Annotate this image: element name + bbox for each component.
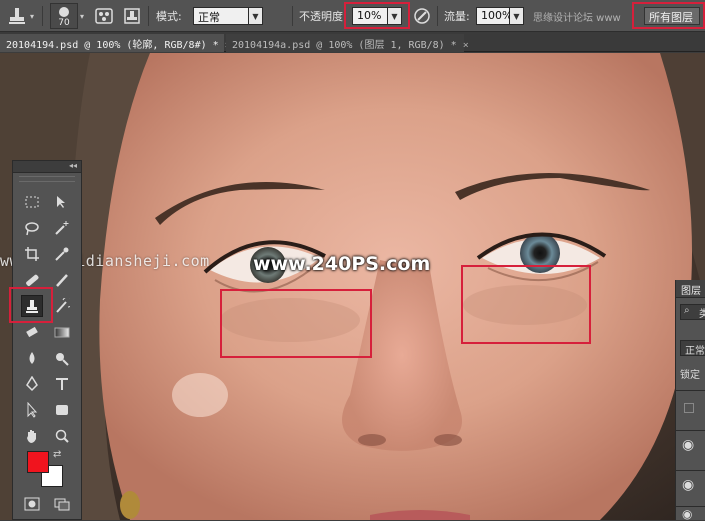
opacity-label: 不透明度: bbox=[299, 10, 347, 23]
type-tool[interactable] bbox=[51, 373, 73, 395]
tool-preset-picker[interactable]: ▾ bbox=[6, 0, 34, 32]
pen-tool[interactable] bbox=[21, 373, 43, 395]
flow-label: 流量: bbox=[444, 10, 470, 23]
layer-row[interactable]: ◉ bbox=[676, 470, 705, 508]
lasso-tool[interactable] bbox=[21, 217, 43, 239]
eye-icon[interactable]: ◉ bbox=[682, 477, 694, 493]
zoom-tool[interactable] bbox=[51, 425, 73, 447]
history-brush-icon bbox=[56, 298, 70, 313]
layer-row[interactable] bbox=[676, 390, 705, 428]
pressure-opacity-icon bbox=[414, 8, 430, 24]
layers-panel: 图层 ⌕ 类 正常 锁定 ◉ ◉ ◉ bbox=[675, 280, 705, 521]
rectangle-icon bbox=[56, 405, 68, 415]
screen-mode-button[interactable] bbox=[51, 493, 73, 515]
mode-label: 模式: bbox=[156, 10, 182, 23]
toggle-clone-source-icon bbox=[124, 8, 140, 24]
path-selection-tool[interactable] bbox=[21, 399, 43, 421]
gradient-tool[interactable] bbox=[51, 321, 73, 343]
screen-mode-icon bbox=[54, 498, 70, 511]
flow-field[interactable]: 100% ▼ bbox=[476, 0, 524, 32]
lasso-icon bbox=[25, 222, 39, 236]
search-icon: ⌕ bbox=[684, 305, 690, 316]
magic-wand-icon bbox=[55, 221, 69, 235]
dodge-tool[interactable] bbox=[51, 347, 73, 369]
portrait-image bbox=[0, 53, 705, 520]
brush-panel-button[interactable] bbox=[94, 0, 114, 32]
pen-icon bbox=[26, 376, 38, 392]
document-canvas[interactable] bbox=[0, 53, 705, 520]
crop-tool[interactable] bbox=[21, 243, 43, 265]
drop-icon bbox=[29, 352, 35, 364]
chevron-down-icon: ▼ bbox=[510, 7, 524, 25]
tools-panel: ◂◂ ⇄ bbox=[9, 160, 82, 520]
brush-tip-icon bbox=[59, 7, 69, 17]
bandage-icon bbox=[26, 274, 39, 286]
gradient-icon bbox=[54, 327, 70, 338]
eraser-icon bbox=[26, 326, 38, 338]
layers-panel-header[interactable]: 图层 bbox=[676, 280, 705, 298]
brush-size-value: 70 bbox=[58, 18, 70, 28]
layer-filter[interactable]: ⌕ 类 bbox=[676, 304, 705, 322]
magic-wand-tool[interactable] bbox=[51, 217, 73, 239]
eyedropper-icon bbox=[55, 247, 69, 261]
blur-tool[interactable] bbox=[21, 347, 43, 369]
clone-stamp-highlight bbox=[9, 287, 53, 323]
pressure-opacity-button[interactable] bbox=[412, 0, 432, 32]
brush-icon bbox=[56, 274, 68, 287]
visibility-toggle[interactable] bbox=[684, 403, 694, 413]
eyedropper-tool[interactable] bbox=[51, 243, 73, 265]
arrow-icon bbox=[27, 402, 38, 418]
filter-kind: 类 bbox=[699, 309, 705, 320]
eye-icon[interactable]: ◉ bbox=[682, 437, 694, 453]
flow-value: 100% bbox=[476, 7, 512, 25]
history-brush-tool[interactable] bbox=[51, 295, 73, 317]
document-tabs: 20104194.psd @ 100% (轮廓, RGB/8#) *× 2010… bbox=[0, 32, 705, 52]
layer-row[interactable]: ◉ bbox=[676, 506, 705, 521]
brush-tool[interactable] bbox=[51, 269, 73, 291]
tab-document-2[interactable]: 20104194a.psd @ 100% (图层 1, RGB/8) * × bbox=[226, 34, 469, 52]
mode-select[interactable]: 正常 ▼ bbox=[193, 0, 263, 32]
drag-handle[interactable] bbox=[19, 176, 75, 182]
mode-value: 正常 bbox=[193, 7, 249, 25]
dodge-icon bbox=[56, 353, 69, 366]
blend-mode-value: 正常 bbox=[685, 346, 705, 357]
eye-icon[interactable]: ◉ bbox=[682, 507, 692, 521]
quick-mask-button[interactable] bbox=[21, 493, 43, 515]
tools-panel-header[interactable]: ◂◂ bbox=[13, 161, 81, 173]
eraser-tool[interactable] bbox=[21, 321, 43, 343]
quick-mask-icon bbox=[24, 497, 40, 511]
move-icon bbox=[57, 196, 65, 208]
crop-icon bbox=[25, 247, 39, 261]
opacity-highlight bbox=[344, 2, 410, 29]
watermark-site-2: www.240PS.com bbox=[253, 253, 431, 275]
brush-size-picker[interactable]: 70 ▾ bbox=[50, 0, 84, 32]
brush-preset-icon bbox=[95, 8, 113, 24]
blend-mode-select[interactable]: 正常 bbox=[676, 340, 705, 358]
lock-label: 锁定 bbox=[680, 370, 700, 381]
marquee-icon bbox=[25, 196, 39, 208]
clone-stamp-tool-icon bbox=[9, 8, 25, 24]
options-bar: ▾ 70 ▾ 模式: 正常 ▼ 不透明度: 10% ▼ 流量: 100% ▼ 思… bbox=[0, 0, 705, 32]
tab-label: 20104194a.psd @ 100% (图层 1, RGB/8) * bbox=[232, 40, 457, 51]
swap-colors-icon[interactable]: ⇄ bbox=[53, 449, 61, 460]
tab-label: 20104194.psd @ 100% (轮廓, RGB/8#) * bbox=[6, 40, 219, 51]
chevron-down-icon: ▼ bbox=[249, 7, 263, 25]
hand-icon bbox=[27, 430, 36, 443]
shape-tool[interactable] bbox=[51, 399, 73, 421]
tab-document-1[interactable]: 20104194.psd @ 100% (轮廓, RGB/8#) *× bbox=[0, 34, 231, 52]
layers-panel-title: 图层 bbox=[681, 286, 701, 297]
hand-tool[interactable] bbox=[21, 425, 43, 447]
marquee-tool[interactable] bbox=[21, 191, 43, 213]
close-icon[interactable]: × bbox=[463, 40, 469, 51]
type-icon bbox=[56, 378, 68, 390]
foreground-color-swatch[interactable] bbox=[27, 451, 49, 473]
zoom-icon bbox=[55, 429, 69, 443]
watermark-text: 思缘设计论坛 www bbox=[533, 12, 621, 24]
sample-highlight bbox=[632, 2, 705, 29]
collapse-icon[interactable]: ◂◂ bbox=[69, 161, 77, 170]
move-tool[interactable] bbox=[51, 191, 73, 213]
layer-row[interactable]: ◉ bbox=[676, 430, 705, 468]
clone-source-button[interactable] bbox=[122, 0, 142, 32]
